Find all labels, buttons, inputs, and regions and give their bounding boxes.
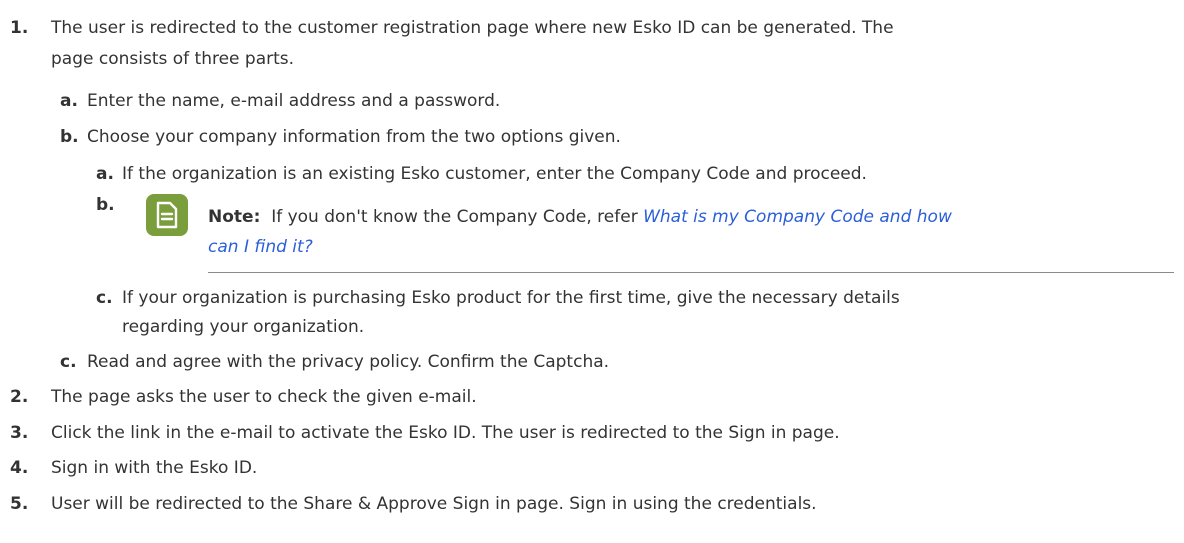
company-code-link-continued[interactable]: can I find it? [208,237,313,257]
company-code-link[interactable]: What is my Company Code and how [643,207,952,227]
substep-text: Choose your company information from the… [87,127,621,147]
nested-text-continued: regarding your organization. [122,317,365,337]
note-document-icon [146,194,188,236]
note-label: Note: [208,207,261,227]
step-number: 4. [10,458,29,478]
substep-text: Read and agree with the privacy policy. … [87,352,610,372]
substep-text: Enter the name, e-mail address and a pas… [87,91,501,111]
step-number: 5. [10,494,29,514]
step-text: The page asks the user to check the give… [51,387,477,407]
nested-letter: c. [96,288,113,308]
nested-letter: a. [96,164,114,184]
substep-letter: b. [60,127,79,147]
step-number: 3. [10,423,29,443]
note-line-1: Note: If you don't know the Company Code… [208,207,952,227]
step-text: Sign in with the Esko ID. [51,458,258,478]
note-callout: Note: If you don't know the Company Code… [146,188,1174,274]
step-number: 2. [10,387,29,407]
substep-letter: a. [60,91,78,111]
step-text: Click the link in the e-mail to activate… [51,423,840,443]
step-number: 1. [10,18,29,38]
note-text: If you don't know the Company Code, refe… [271,207,638,227]
step-text: The user is redirected to the customer r… [51,18,894,38]
nested-text: If the organization is an existing Esko … [122,164,867,184]
step-text-continued: page consists of three parts. [51,49,295,69]
substep-letter: c. [60,352,77,372]
nested-text: If your organization is purchasing Esko … [122,288,900,308]
note-body: Note: If you don't know the Company Code… [208,188,1174,273]
nested-letter: b. [96,195,115,215]
step-text: User will be redirected to the Share & A… [51,494,817,514]
